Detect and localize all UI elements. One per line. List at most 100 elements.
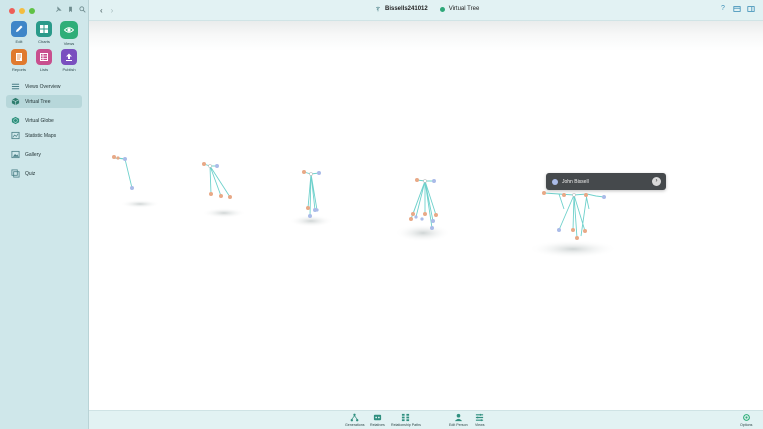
person-node[interactable] (602, 195, 606, 199)
mode-switcher: Edit Charts Views Reports Lists Publish (8, 21, 80, 72)
database-name: Bissells241012 (385, 6, 428, 12)
person-node[interactable] (584, 193, 588, 197)
family-tree-1[interactable] (113, 157, 133, 189)
person-node[interactable] (571, 228, 575, 232)
window-title: Bissells241012 Virtual Tree (375, 6, 479, 12)
relationship-paths-icon (402, 413, 410, 422)
mode-views[interactable]: Views (58, 21, 80, 46)
edit-person-button[interactable]: Edit Person (449, 413, 468, 427)
person-tooltip[interactable]: John Bissell › (546, 173, 666, 190)
person-node[interactable] (431, 219, 435, 223)
person-node[interactable] (557, 228, 561, 232)
mode-label: Views (63, 41, 75, 46)
sidebar-toggle-icon[interactable] (747, 5, 755, 13)
sidebar-item-statistic-maps[interactable]: Statistic Maps (6, 129, 82, 142)
person-node[interactable] (215, 164, 219, 168)
person-node[interactable] (228, 195, 232, 199)
sidebar-search-icon[interactable] (79, 6, 86, 13)
sidebar-item-label: Gallery (25, 151, 41, 158)
toolbar-label: Relatives (370, 423, 385, 427)
person-node[interactable] (112, 155, 116, 159)
person-node[interactable] (562, 193, 566, 197)
tree-scene[interactable] (89, 21, 763, 410)
pencil-icon (11, 21, 27, 37)
person-node[interactable] (202, 162, 206, 166)
bottom-toolbar: Generations Relatives Relationship Paths… (89, 410, 763, 429)
sidebar-item-label: Views Overview (25, 83, 61, 90)
sidebar-item-label: Quiz (25, 170, 36, 177)
options-icon (742, 414, 750, 421)
help-icon[interactable]: ? (719, 5, 727, 13)
person-node[interactable] (409, 217, 413, 221)
sidebar-item-views-overview[interactable]: Views Overview (6, 80, 82, 93)
person-node[interactable] (420, 217, 424, 221)
mode-edit[interactable]: Edit (8, 21, 30, 46)
person-node[interactable] (317, 171, 321, 175)
person-node[interactable] (123, 157, 127, 161)
person-node[interactable] (302, 170, 306, 174)
options-button[interactable]: Options (740, 413, 752, 427)
mode-label: Edit (15, 39, 23, 44)
sidebar-item-gallery[interactable]: Gallery (6, 148, 82, 161)
mode-charts[interactable]: Charts (33, 21, 55, 46)
person-node[interactable] (315, 208, 319, 212)
history-nav: ‹ › (100, 6, 113, 15)
lists-icon (36, 49, 52, 65)
person-node[interactable] (430, 226, 434, 230)
charts-icon (36, 21, 52, 37)
sidebar-tools (55, 6, 86, 13)
zoom-window-button[interactable] (29, 8, 35, 14)
sidebar-item-quiz[interactable]: Quiz (6, 167, 82, 180)
minimize-window-button[interactable] (19, 8, 25, 14)
person-node[interactable] (432, 179, 436, 183)
person-node[interactable] (116, 156, 120, 160)
family-tree-2[interactable] (203, 163, 231, 198)
mode-label: Charts (38, 39, 50, 44)
person-node[interactable] (415, 178, 419, 182)
sidebar-item-virtual-tree[interactable]: Virtual Tree (6, 95, 82, 108)
person-node[interactable] (309, 172, 313, 176)
person-node[interactable] (423, 212, 427, 216)
person-node[interactable] (572, 193, 576, 197)
mode-lists[interactable]: Lists (33, 49, 55, 72)
gallery-icon (10, 150, 20, 160)
toolbar-label: Generations (345, 423, 365, 427)
relationship-paths-button[interactable]: Relationship Paths (391, 413, 421, 427)
person-node[interactable] (583, 229, 587, 233)
sidebar-item-label: Virtual Tree (25, 98, 51, 105)
globe-icon (10, 116, 20, 126)
tree-icon (376, 6, 380, 12)
person-node[interactable] (575, 236, 579, 240)
person-node[interactable] (130, 186, 134, 190)
mode-reports[interactable]: Reports (8, 49, 30, 72)
generations-button[interactable]: Generations (345, 413, 365, 427)
person-node[interactable] (306, 206, 310, 210)
back-icon[interactable]: ‹ (100, 6, 103, 15)
view-status-dot (439, 6, 445, 12)
mode-publish[interactable]: Publish (58, 49, 80, 72)
bookmark-icon[interactable] (67, 6, 74, 13)
views-button[interactable]: Views (475, 413, 485, 427)
window-controls (9, 8, 35, 14)
toolbar-label: Options (740, 423, 753, 427)
views-icon (476, 413, 484, 422)
person-node[interactable] (208, 164, 212, 168)
map-icon (10, 131, 20, 141)
sidebar-item-virtual-globe[interactable]: Virtual Globe (6, 114, 82, 127)
close-window-button[interactable] (9, 8, 15, 14)
pin-icon[interactable] (55, 6, 62, 13)
person-node[interactable] (308, 214, 312, 218)
person-node[interactable] (411, 212, 415, 216)
edit-person-icon (454, 413, 462, 422)
person-node[interactable] (542, 191, 546, 195)
person-node[interactable] (209, 192, 213, 196)
virtual-tree-canvas[interactable]: John Bissell › (89, 21, 763, 410)
chevron-right-icon[interactable]: › (652, 177, 661, 186)
relatives-button[interactable]: Relatives (370, 413, 385, 427)
person-node[interactable] (219, 194, 223, 198)
window-layout-icon[interactable] (733, 5, 741, 13)
forward-icon[interactable]: › (111, 6, 114, 15)
person-node[interactable] (423, 179, 427, 183)
person-node[interactable] (434, 213, 438, 217)
person-node[interactable] (414, 215, 418, 219)
